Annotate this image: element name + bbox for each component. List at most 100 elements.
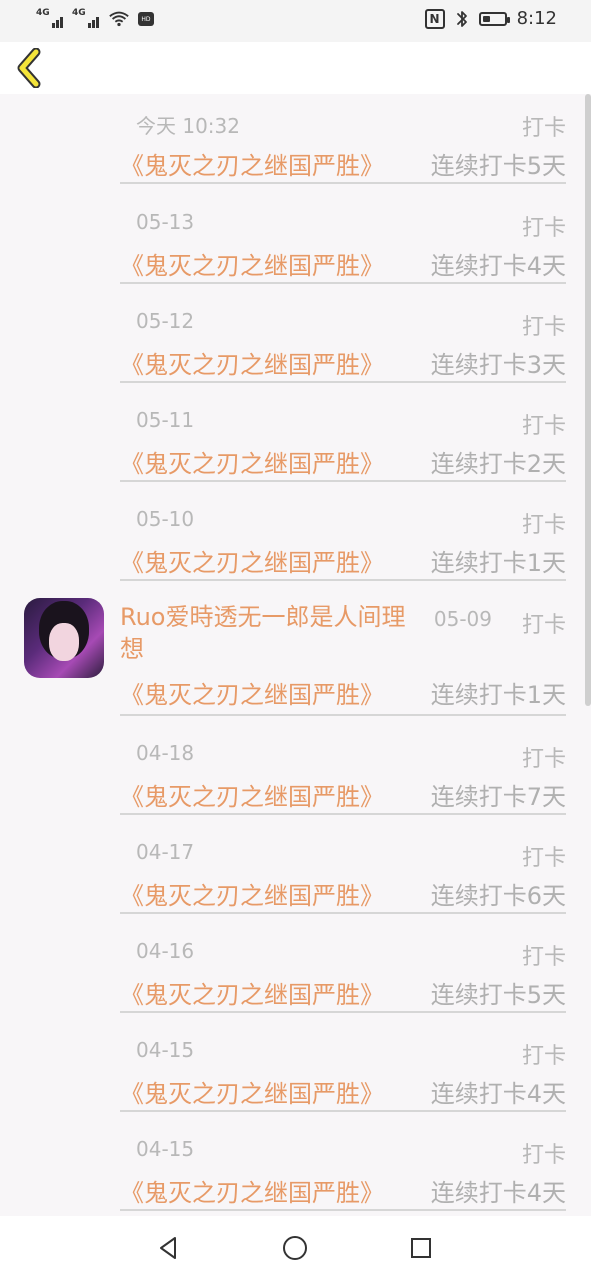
wifi-icon xyxy=(109,11,129,27)
item-tag: 打卡 xyxy=(521,216,566,241)
avatar[interactable] xyxy=(24,598,104,678)
item-date: 今天 10:32 xyxy=(136,114,240,138)
nav-recent-icon[interactable] xyxy=(405,1232,437,1264)
list-item[interactable]: 04-15 打卡 《鬼灭之刃之继国严胜》 连续打卡4天 xyxy=(120,1022,566,1122)
checkin-list[interactable]: 今天 10:32 打卡 《鬼灭之刃之继国严胜》 连续打卡5天 05-13 打卡 … xyxy=(0,94,591,1216)
streak-text: 连续打卡1天 xyxy=(430,681,566,709)
item-tag: 打卡 xyxy=(521,1044,566,1069)
streak-text: 连续打卡7天 xyxy=(430,783,566,811)
book-title[interactable]: 《鬼灭之刃之继国严胜》 xyxy=(120,1173,384,1208)
item-tag: 打卡 xyxy=(521,414,566,439)
book-title[interactable]: 《鬼灭之刃之继国严胜》 xyxy=(120,345,384,380)
item-main: 《鬼灭之刃之继国严胜》 连续打卡4天 xyxy=(120,1173,566,1208)
list-item[interactable]: 05-10 打卡 《鬼灭之刃之继国严胜》 连续打卡1天 xyxy=(120,491,566,591)
item-main: 《鬼灭之刃之继国严胜》 连续打卡1天 xyxy=(120,675,566,710)
item-tag: 打卡 xyxy=(521,846,566,871)
item-main: 《鬼灭之刃之继国严胜》 连续打卡3天 xyxy=(120,345,566,380)
streak-text: 连续打卡6天 xyxy=(430,882,566,910)
divider xyxy=(120,282,566,284)
item-tag: 打卡 xyxy=(521,513,566,538)
list-item[interactable]: 05-13 打卡 《鬼灭之刃之继国严胜》 连续打卡4天 xyxy=(120,194,566,294)
item-main: 《鬼灭之刃之继国严胜》 连续打卡4天 xyxy=(120,1074,566,1109)
item-date: 04-17 xyxy=(136,840,195,864)
book-title[interactable]: 《鬼灭之刃之继国严胜》 xyxy=(120,1074,384,1109)
battery-fill xyxy=(482,15,490,22)
header xyxy=(0,42,591,94)
status-left: 4G 4G HD xyxy=(36,8,154,28)
divider xyxy=(120,912,566,914)
streak-text: 连续打卡4天 xyxy=(430,252,566,280)
streak-text: 连续打卡2天 xyxy=(430,450,566,478)
signal-2-icon: 4G xyxy=(72,8,100,28)
divider xyxy=(120,714,566,716)
back-arrow-icon[interactable] xyxy=(14,48,48,88)
nav-back-icon[interactable] xyxy=(153,1232,185,1264)
list-item[interactable]: 04-17 打卡 《鬼灭之刃之继国严胜》 连续打卡6天 xyxy=(120,824,566,924)
username[interactable]: Ruo爱時透无一郎是人间理想 xyxy=(120,601,420,665)
divider xyxy=(120,1011,566,1013)
battery-icon xyxy=(478,11,510,26)
item-date: 04-16 xyxy=(136,939,195,963)
item-date: 05-13 xyxy=(136,210,195,234)
book-title[interactable]: 《鬼灭之刃之继国严胜》 xyxy=(120,543,384,578)
divider xyxy=(120,381,566,383)
streak-text: 连续打卡5天 xyxy=(430,981,566,1009)
item-main: 《鬼灭之刃之继国严胜》 连续打卡5天 xyxy=(120,975,566,1010)
bluetooth-icon xyxy=(456,10,467,27)
nfc-icon: N xyxy=(424,8,445,29)
network-1-label: 4G xyxy=(36,8,50,18)
list-item[interactable]: 04-18 打卡 《鬼灭之刃之继国严胜》 连续打卡7天 xyxy=(120,725,566,825)
streak-text: 连续打卡5天 xyxy=(430,152,566,180)
item-main: 《鬼灭之刃之继国严胜》 连续打卡2天 xyxy=(120,444,566,479)
list-item[interactable]: 05-11 打卡 《鬼灭之刃之继国严胜》 连续打卡2天 xyxy=(120,392,566,492)
status-bar: 4G 4G HD N 8:12 xyxy=(0,0,591,42)
streak-text: 连续打卡3天 xyxy=(430,351,566,379)
book-title[interactable]: 《鬼灭之刃之继国严胜》 xyxy=(120,444,384,479)
hd-badge: HD xyxy=(138,12,154,26)
item-tag: 打卡 xyxy=(521,315,566,340)
book-title[interactable]: 《鬼灭之刃之继国严胜》 xyxy=(120,876,384,911)
divider xyxy=(120,579,566,581)
item-main: 《鬼灭之刃之继国严胜》 连续打卡7天 xyxy=(120,777,566,812)
book-title[interactable]: 《鬼灭之刃之继国严胜》 xyxy=(120,777,384,812)
item-date: 04-18 xyxy=(136,741,195,765)
divider xyxy=(120,1209,566,1211)
nav-home-icon[interactable] xyxy=(279,1232,311,1264)
book-title[interactable]: 《鬼灭之刃之继国严胜》 xyxy=(120,675,384,710)
item-tag: 打卡 xyxy=(521,1143,566,1168)
item-main: 《鬼灭之刃之继国严胜》 连续打卡6天 xyxy=(120,876,566,911)
item-main: 《鬼灭之刃之继国严胜》 连续打卡5天 xyxy=(120,146,566,181)
list-item[interactable]: 04-15 打卡 《鬼灭之刃之继国严胜》 连续打卡4天 xyxy=(120,1121,566,1216)
book-title[interactable]: 《鬼灭之刃之继国严胜》 xyxy=(120,146,384,181)
status-time: 8:12 xyxy=(516,8,557,29)
item-date: 05-11 xyxy=(136,408,195,432)
scrollbar-thumb[interactable] xyxy=(585,94,591,706)
network-2-label: 4G xyxy=(72,8,86,18)
item-date: 04-15 xyxy=(136,1038,195,1062)
divider xyxy=(120,182,566,184)
item-date: 05-09 xyxy=(433,607,492,631)
signal-1-icon: 4G xyxy=(36,8,64,28)
book-title[interactable]: 《鬼灭之刃之继国严胜》 xyxy=(120,246,384,281)
divider xyxy=(120,1110,566,1112)
book-title[interactable]: 《鬼灭之刃之继国严胜》 xyxy=(120,975,384,1010)
item-tag: 打卡 xyxy=(521,116,566,141)
item-main: 《鬼灭之刃之继国严胜》 连续打卡1天 xyxy=(120,543,566,578)
list-item-user[interactable]: Ruo爱時透无一郎是人间理想 05-09 打卡 《鬼灭之刃之继国严胜》 连续打卡… xyxy=(120,591,566,725)
streak-text: 连续打卡4天 xyxy=(430,1080,566,1108)
item-date: 04-15 xyxy=(136,1137,195,1161)
status-right: N 8:12 xyxy=(424,8,557,29)
item-tag: 打卡 xyxy=(521,747,566,772)
streak-text: 连续打卡1天 xyxy=(430,549,566,577)
item-date: 05-10 xyxy=(136,507,195,531)
streak-text: 连续打卡4天 xyxy=(430,1179,566,1207)
list-item[interactable]: 今天 10:32 打卡 《鬼灭之刃之继国严胜》 连续打卡5天 xyxy=(120,94,566,194)
divider xyxy=(120,480,566,482)
item-tag: 打卡 xyxy=(521,945,566,970)
item-tag: 打卡 xyxy=(521,613,566,638)
system-nav-bar xyxy=(0,1216,591,1280)
list-item[interactable]: 05-12 打卡 《鬼灭之刃之继国严胜》 连续打卡3天 xyxy=(120,293,566,393)
item-main: 《鬼灭之刃之继国严胜》 连续打卡4天 xyxy=(120,246,566,281)
list-item[interactable]: 04-16 打卡 《鬼灭之刃之继国严胜》 连续打卡5天 xyxy=(120,923,566,1023)
item-date: 05-12 xyxy=(136,309,195,333)
